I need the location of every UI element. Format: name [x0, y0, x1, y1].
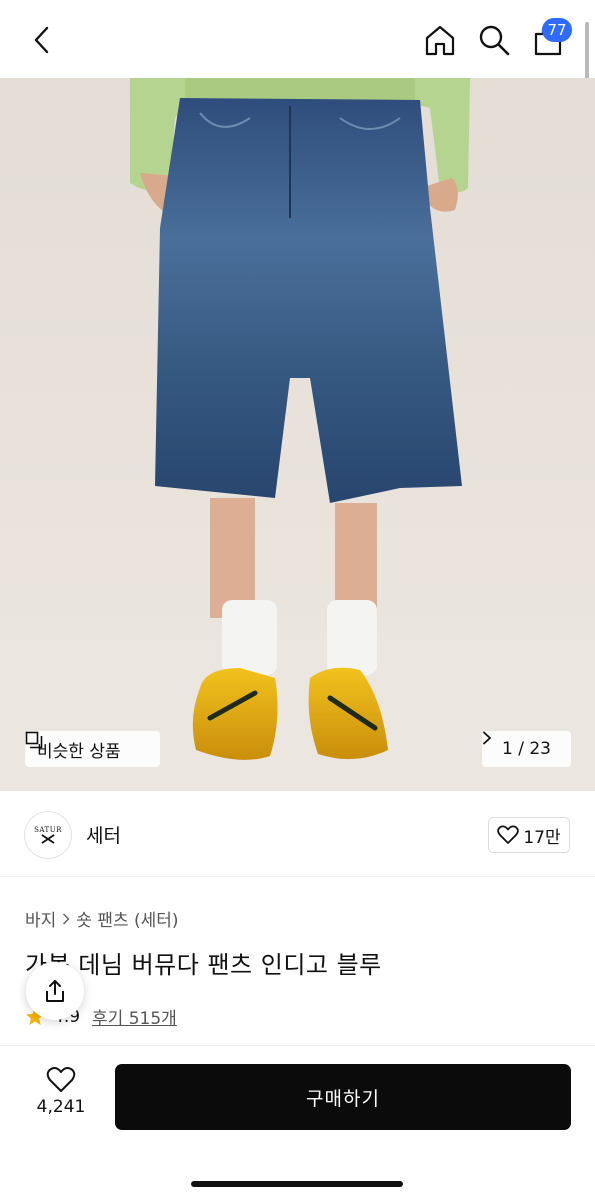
- brand-row[interactable]: SATUR 세터 17만: [0, 791, 595, 877]
- home-indicator: [191, 1181, 403, 1187]
- search-icon: [479, 25, 510, 56]
- cart-button[interactable]: 77: [530, 18, 572, 58]
- brand-emblem-icon: [41, 834, 55, 844]
- home-icon: [425, 25, 455, 56]
- wishlist-button[interactable]: 4,241: [30, 1066, 92, 1117]
- heart-icon: [46, 1067, 76, 1092]
- share-button[interactable]: [26, 962, 84, 1020]
- breadcrumb-subcategory[interactable]: 숏 팬츠 (세터): [76, 906, 178, 931]
- product-photo: [0, 78, 595, 791]
- brand-like-button[interactable]: 17만: [488, 817, 570, 853]
- buy-button[interactable]: 구매하기: [115, 1064, 571, 1130]
- top-navigation-bar: 77: [0, 0, 595, 120]
- reviews-link[interactable]: 후기 515개: [92, 1004, 177, 1029]
- chevron-right-icon: [483, 731, 492, 745]
- brand-logo-text: SATUR: [34, 826, 62, 834]
- image-counter-text: 1 / 23: [502, 739, 551, 759]
- product-image-gallery[interactable]: 비슷한 상품 1 / 23: [0, 78, 595, 791]
- cart-count-badge: 77: [542, 18, 572, 42]
- heart-icon: [497, 825, 520, 844]
- buy-button-label: 구매하기: [306, 1087, 380, 1110]
- brand-logo[interactable]: SATUR: [24, 811, 72, 859]
- similar-products-label: 비슷한 상품: [37, 741, 121, 762]
- wishlist-count: 4,241: [36, 1097, 86, 1117]
- home-button[interactable]: [422, 22, 458, 58]
- breadcrumb: 바지 숏 팬츠 (세터): [25, 906, 179, 931]
- chevron-left-icon: [34, 26, 49, 54]
- chevron-right-icon: [63, 912, 70, 925]
- brand-name[interactable]: 세터: [86, 821, 121, 848]
- image-counter-button[interactable]: 1 / 23: [482, 731, 571, 767]
- similar-items-icon: [25, 731, 43, 749]
- brand-like-count: 17만: [523, 827, 561, 848]
- back-button[interactable]: [24, 22, 60, 58]
- breadcrumb-category[interactable]: 바지: [25, 906, 56, 931]
- share-icon: [46, 980, 64, 1002]
- similar-products-button[interactable]: 비슷한 상품: [25, 731, 160, 767]
- search-button[interactable]: [476, 22, 512, 58]
- bottom-action-bar: 4,241 구매하기: [0, 1045, 595, 1200]
